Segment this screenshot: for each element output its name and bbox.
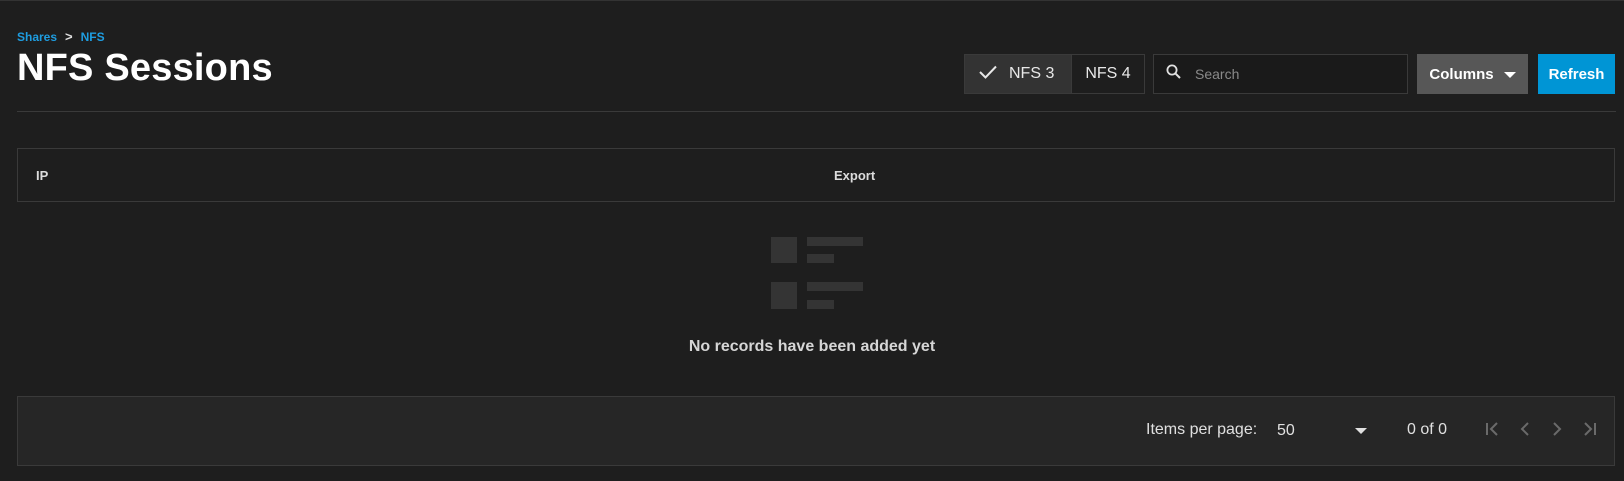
breadcrumb-shares[interactable]: Shares [17,30,57,44]
nfs-sessions-page: Shares > NFS NFS Sessions NFS 3 NFS 4 Co… [0,0,1624,481]
header-divider [17,111,1616,112]
refresh-button-label: Refresh [1548,65,1605,83]
breadcrumb-nfs[interactable]: NFS [81,30,105,44]
check-icon [979,65,997,84]
columns-button[interactable]: Columns [1417,54,1528,94]
first-page-icon [1485,421,1501,441]
search-icon [1166,64,1181,84]
columns-button-label: Columns [1429,65,1494,83]
first-page-button[interactable] [1483,417,1503,445]
column-header-export[interactable]: Export [834,168,875,183]
previous-page-button[interactable] [1515,417,1535,445]
items-per-page-select[interactable]: 50 [1277,415,1367,447]
last-page-button[interactable] [1579,417,1599,445]
paginator: Items per page: 50 0 of 0 [17,396,1615,466]
page-navigation [1483,417,1599,445]
empty-list-icon [771,237,863,311]
toggle-nfs4-label: NFS 4 [1085,65,1131,82]
toggle-nfs3-label: NFS 3 [1009,65,1055,82]
caret-down-icon [1355,422,1367,440]
breadcrumb-separator: > [65,29,73,44]
items-per-page-label: Items per page: [1146,421,1258,438]
next-page-button[interactable] [1547,417,1567,445]
toggle-nfs4-button[interactable]: NFS 4 [1071,55,1144,93]
previous-page-icon [1520,421,1530,441]
page-title: NFS Sessions [17,47,273,89]
breadcrumb: Shares > NFS [17,29,105,44]
toggle-nfs3-button[interactable]: NFS 3 [965,55,1071,93]
last-page-icon [1581,421,1597,441]
table-header-row: IP Export [17,148,1615,202]
next-page-icon [1552,421,1562,441]
column-header-ip[interactable]: IP [36,168,48,183]
items-per-page-value: 50 [1277,422,1295,439]
empty-state-message: No records have been added yet [688,338,936,355]
caret-down-icon [1503,66,1516,83]
search-input[interactable] [1193,65,1387,83]
refresh-button[interactable]: Refresh [1538,54,1615,94]
page-range-label: 0 of 0 [1407,421,1448,438]
nfs-version-toggle: NFS 3 NFS 4 [964,54,1145,94]
search-field [1153,54,1408,94]
